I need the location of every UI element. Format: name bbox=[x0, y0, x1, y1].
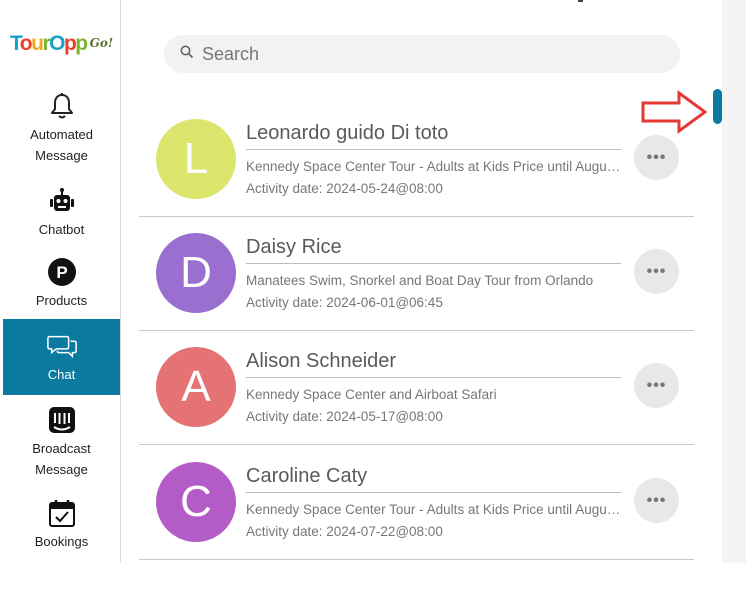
top-marker bbox=[578, 0, 583, 2]
tour-name: Manatees Swim, Snorkel and Boat Day Tour… bbox=[246, 273, 594, 288]
chat-bubbles-icon bbox=[46, 330, 78, 362]
more-options-button[interactable]: ••• bbox=[634, 363, 679, 408]
robot-icon bbox=[46, 185, 78, 217]
activity-date: Activity date: 2024-05-24@08:00 bbox=[246, 181, 443, 196]
sidebar-item-label: Message bbox=[35, 462, 88, 477]
activity-date: Activity date: 2024-05-17@08:00 bbox=[246, 409, 443, 424]
logo-go: Go! bbox=[89, 36, 114, 50]
touropp-logo[interactable]: TourOpp Go! bbox=[10, 32, 113, 60]
avatar[interactable]: A bbox=[156, 347, 236, 427]
red-arrow-icon bbox=[641, 90, 707, 134]
avatar[interactable]: C bbox=[156, 462, 236, 542]
chat-list-panel: L Leonardo guido Di toto Kennedy Space Cen… bbox=[122, 0, 722, 563]
sidebar-item-products[interactable]: P Products bbox=[3, 256, 120, 311]
contact-name[interactable]: Caroline Caty bbox=[246, 465, 621, 493]
conversation-row[interactable]: D Daisy Rice Manatees Swim, Snorkel and Bo… bbox=[139, 216, 694, 331]
sidebar-item-label: Chat bbox=[47, 366, 76, 382]
more-options-button[interactable]: ••• bbox=[634, 478, 679, 523]
sidebar-item-label: Automated bbox=[30, 127, 93, 142]
contact-name[interactable]: Leonardo guido Di toto bbox=[246, 122, 621, 150]
sidebar-item-label: Broadcast bbox=[32, 441, 91, 456]
logo-letter: o bbox=[19, 32, 33, 55]
logo-letter: p bbox=[75, 32, 88, 55]
search-input[interactable] bbox=[202, 43, 642, 65]
broadcast-icon bbox=[46, 404, 78, 436]
page-bottom bbox=[0, 563, 746, 598]
sidebar-item-label: Message bbox=[35, 148, 88, 163]
conversation-row[interactable]: A Alison Schneider Kennedy Space Center an… bbox=[139, 330, 694, 445]
conversation-row[interactable]: L Leonardo guido Di toto Kennedy Space Cen… bbox=[139, 102, 694, 217]
sidebar-item-broadcast-message[interactable]: Broadcast Message bbox=[3, 404, 120, 480]
tour-name: Kennedy Space Center and Airboat Safari bbox=[246, 387, 497, 402]
more-options-button[interactable]: ••• bbox=[634, 135, 679, 180]
scrollbar-thumb[interactable] bbox=[713, 89, 722, 124]
scrollbar-track[interactable] bbox=[722, 0, 746, 563]
tour-name: Kennedy Space Center Tour - Adults at Ki… bbox=[246, 502, 621, 517]
sidebar: TourOpp Go! Automated Message Chatbot P P… bbox=[0, 0, 121, 563]
svg-text:P: P bbox=[56, 263, 67, 282]
more-options-button[interactable]: ••• bbox=[634, 249, 679, 294]
sidebar-item-label: Chatbot bbox=[38, 222, 85, 237]
activity-date: Activity date: 2024-07-22@08:00 bbox=[246, 524, 443, 539]
sidebar-item-label: Products bbox=[35, 293, 88, 308]
avatar[interactable]: L bbox=[156, 119, 236, 199]
search-bar[interactable] bbox=[164, 35, 680, 73]
logo-letter: T bbox=[10, 32, 21, 55]
logo-letter: O bbox=[49, 32, 65, 55]
logo-letter: p bbox=[63, 32, 77, 55]
bell-icon bbox=[46, 90, 78, 122]
sidebar-item-automated-message[interactable]: Automated Message bbox=[3, 90, 120, 166]
search-icon bbox=[180, 45, 194, 64]
calendar-check-icon bbox=[46, 497, 78, 529]
contact-name[interactable]: Daisy Rice bbox=[246, 236, 621, 264]
contact-name[interactable]: Alison Schneider bbox=[246, 350, 621, 378]
products-p-icon: P bbox=[46, 256, 78, 288]
conversation-row[interactable]: C Caroline Caty Kennedy Space Center Tour … bbox=[139, 445, 694, 560]
sidebar-item-chatbot[interactable]: Chatbot bbox=[3, 185, 120, 240]
sidebar-item-chat[interactable]: Chat bbox=[3, 319, 120, 395]
sidebar-item-label: Bookings bbox=[34, 534, 89, 549]
avatar[interactable]: D bbox=[156, 233, 236, 313]
activity-date: Activity date: 2024-06-01@06:45 bbox=[246, 295, 443, 310]
sidebar-item-bookings[interactable]: Bookings bbox=[3, 497, 120, 552]
tour-name: Kennedy Space Center Tour - Adults at Ki… bbox=[246, 159, 621, 174]
logo-letter: u bbox=[31, 32, 44, 55]
logo-wordmark: TourOpp bbox=[10, 32, 88, 55]
